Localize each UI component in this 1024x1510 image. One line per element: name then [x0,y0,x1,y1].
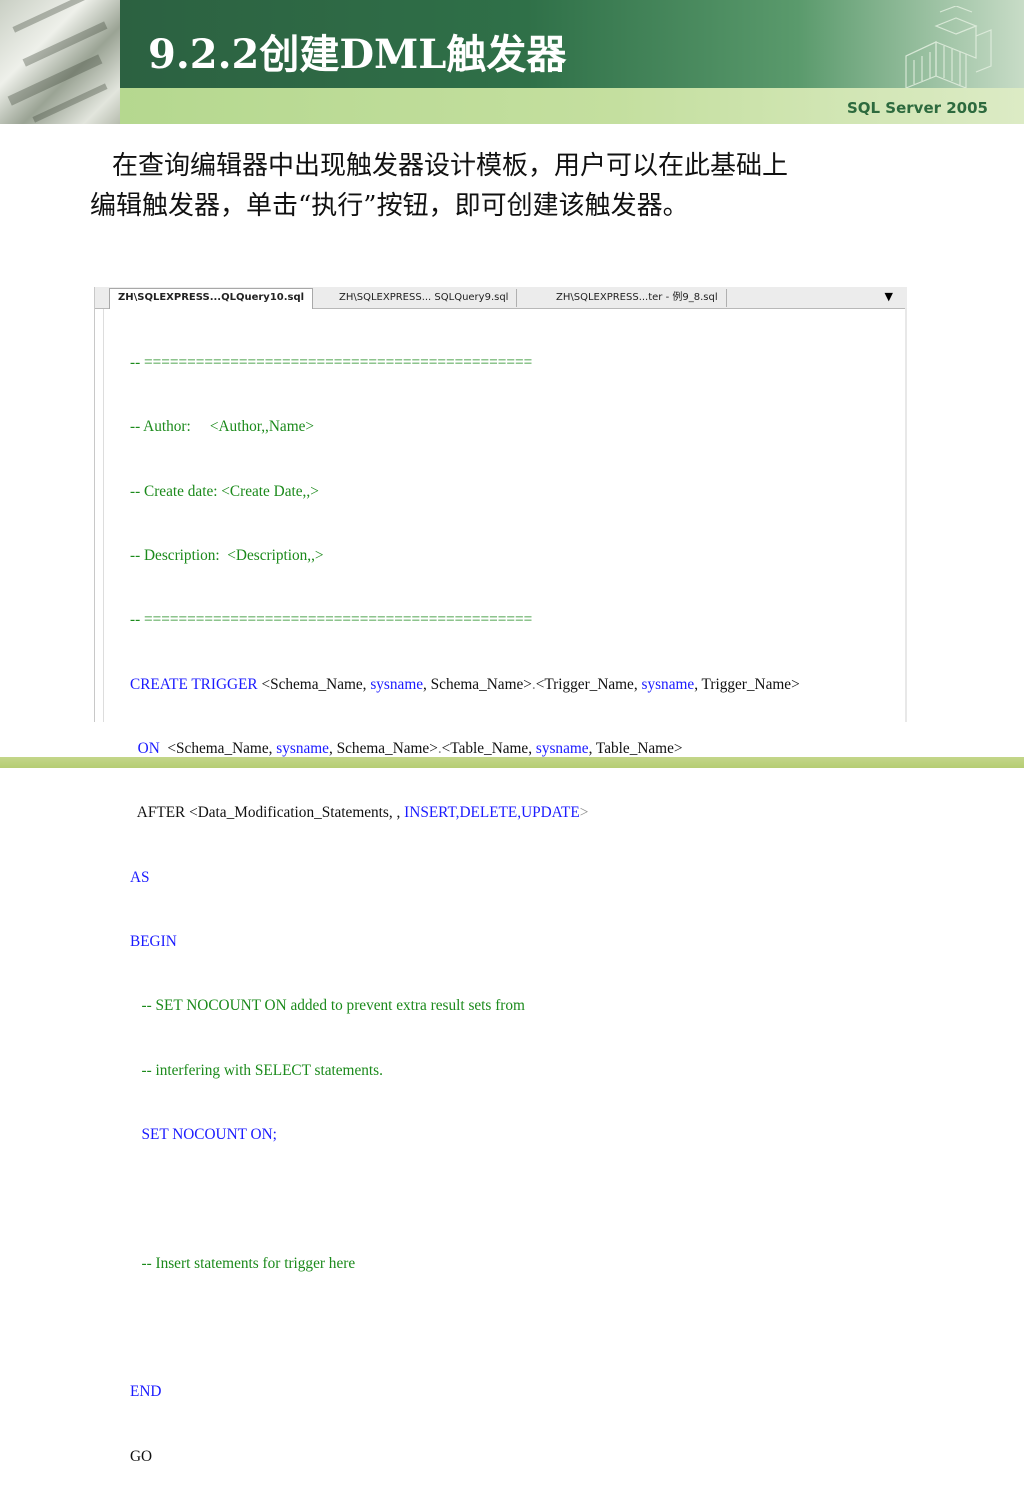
code-line: -- SET NOCOUNT ON added to prevent extra… [130,997,525,1015]
code-line: GO [130,1447,153,1465]
body-text-line-1: 在查询编辑器中出现触发器设计模板，用户可以在此基础上 [112,151,789,181]
code-line: -- Insert statements for trigger here [130,1254,356,1272]
header-photo [0,0,120,124]
code-line: END [130,1383,162,1401]
code-line: -- Create date: <Create Date,,> [130,482,319,500]
footer-band [0,757,1024,768]
page-title: 9.2.2创建DML触发器 [148,31,567,78]
editor-scrollbar[interactable] [905,308,907,722]
code-line: -- =====================================… [130,611,533,629]
code-line: -- interfering with SELECT statements. [130,1061,383,1079]
tab-sqlquery9[interactable]: ZH\SQLEXPRESS... SQLQuery9.sql [331,289,518,307]
dropdown-arrow-icon[interactable]: ▼ [885,290,893,303]
code-line: -- Description: <Description,,> [130,546,324,564]
brand-label: SQL Server 2005 [846,99,988,117]
building-logo-icon [905,6,992,88]
code-line: BEGIN [130,933,177,950]
code-line: -- Author: <Author,,Name> [130,418,315,436]
tab-example-9-8[interactable]: ZH\SQLEXPRESS...ter - 例9_8.sql [548,289,727,307]
body-text-line-2: 编辑触发器，单击“执行”按钮，即可创建该触发器。 [90,191,689,221]
query-editor-screenshot: ZH\SQLEXPRESS...QLQuery10.sql ZH\SQLEXPR… [94,287,907,1465]
code-line: AFTER <Data_Modification_Statements, , I… [130,804,589,822]
editor-gutter [103,309,104,722]
code-line: AS [130,868,150,886]
code-line: -- =====================================… [130,353,533,371]
code-line: SET NOCOUNT ON; [130,1126,277,1144]
editor-tab-bar: ZH\SQLEXPRESS...QLQuery10.sql ZH\SQLEXPR… [95,287,907,309]
tab-sqlquery10[interactable]: ZH\SQLEXPRESS...QLQuery10.sql [109,288,314,309]
code-area[interactable]: -- =====================================… [130,309,905,1510]
code-line: CREATE TRIGGER <Schema_Name, sysname, Sc… [130,675,800,693]
slide-body: 在查询编辑器中出现触发器设计模板，用户可以在此基础上 编辑触发器，单击“执行”按… [90,146,970,226]
